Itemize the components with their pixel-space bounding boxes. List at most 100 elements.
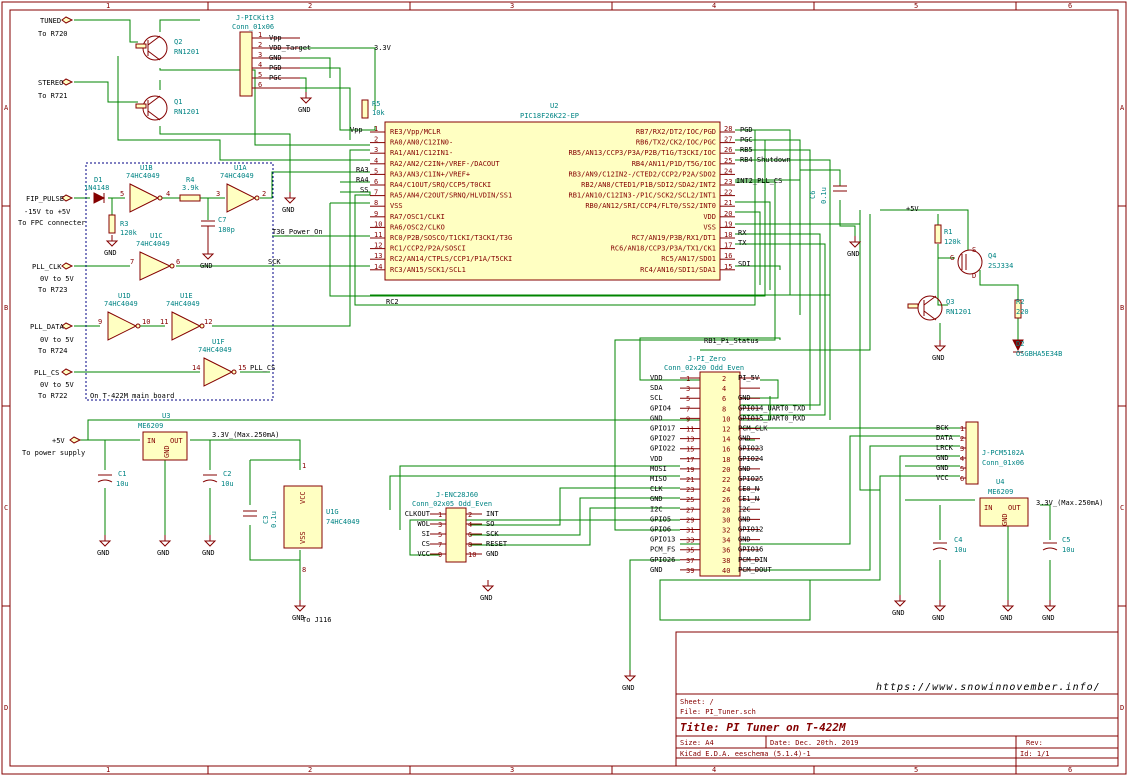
pic-pin-name: RC4/AN16/SDI1/SDA1 — [640, 266, 716, 274]
u3-gnd: GND — [163, 445, 171, 458]
enc-pin-name: SI — [422, 530, 430, 538]
connector-j-pcm5102a[interactable]: J-PCM5102A Conn_01x06 1 BCK 2 DATA 3 LRCK 4 GND… — [936, 421, 1025, 485]
pi-pin-num: 38 — [722, 557, 730, 565]
u1c-val: 74HC4049 — [136, 240, 170, 248]
resistor-r1[interactable]: R1 120k — [934, 224, 962, 246]
q4-val: 2SJ334 — [988, 262, 1013, 270]
row-label: B — [4, 304, 8, 312]
transistor-q2[interactable]: Q2 RN1201 — [135, 35, 199, 61]
pic-pin-num: 12 — [374, 242, 382, 250]
transistor-q1[interactable]: Q1 RN1201 — [135, 95, 199, 121]
q1-val: RN1201 — [174, 108, 199, 116]
pic-pin-num: 5 — [374, 167, 378, 175]
pic-pin-name: RC3/AN15/SCK1/SCL1 — [390, 266, 466, 274]
inverter-u1c[interactable]: 7 6 U1C 74HC4049 — [130, 232, 180, 281]
pickit-pin-name: PGD — [269, 64, 282, 72]
pic-pin-num: 19 — [724, 220, 732, 228]
capacitor-c1[interactable]: C1 10u — [97, 470, 129, 488]
pi-pin-name: VDD — [650, 374, 663, 382]
input-tuned[interactable]: TUNED To R720 — [38, 16, 74, 38]
c1-val: 10u — [116, 480, 129, 488]
diode-d1[interactable]: D1 1N4148 — [84, 176, 109, 204]
input-pll-clk[interactable]: PLL_CLK 0V to 5V To R723 — [32, 262, 75, 294]
enc-pin-num: 6 — [468, 531, 472, 539]
net-3v3-max-left: 3.3V_(Max.250mA) — [212, 431, 279, 439]
pi-pin-num: 8 — [722, 405, 726, 413]
inverter-u1f[interactable]: 14 15 U1F 74HC4049 — [192, 338, 246, 387]
enc-pin-name: CS — [422, 540, 430, 548]
regulator-u4[interactable]: U4 ME6209 IN OUT GND — [979, 478, 1029, 527]
svg-text:8: 8 — [302, 566, 306, 574]
resistor-r4[interactable]: R4 3.9k — [179, 176, 201, 202]
u4-val: ME6209 — [988, 488, 1013, 496]
connector-j-pickit3[interactable]: J-PICKit3 Conn_01x06 1 Vpp 2 VDD_Target 3 GND… — [232, 14, 311, 97]
gnd-label: GND — [847, 250, 860, 258]
col-label: 4 — [712, 766, 716, 774]
capacitor-c7[interactable]: C7 180p — [201, 216, 235, 248]
pi-pin-name: GPIO23 — [738, 445, 763, 453]
mosfet-q4[interactable]: G S D Q4 2SJ334 — [950, 246, 1013, 280]
r1-ref: R1 — [944, 228, 952, 236]
u1a-ref: U1A — [234, 164, 247, 172]
pic-pin-num: 8 — [374, 199, 378, 207]
pll-cs-label: PLL_CS — [34, 369, 59, 377]
tb-rev: Rev: — [1026, 739, 1043, 747]
enc-pin-name: GND — [486, 550, 499, 558]
regulator-u3[interactable]: U3 ME6209 IN OUT GND — [138, 412, 188, 461]
svg-text:1: 1 — [302, 462, 306, 470]
inverter-u1a[interactable]: 3 2 U1A 74HC4049 — [216, 164, 266, 213]
input-pll-data[interactable]: PLL_DATA 0V to 5V To R724 — [30, 322, 75, 355]
input-pll-cs[interactable]: PLL_CS 0V to 5V To R722 — [34, 368, 75, 400]
resistor-r2[interactable]: R2 220 — [1014, 298, 1029, 319]
net-pll-cs: PLL_CS — [250, 364, 275, 372]
inverter-u1e[interactable]: 11 12 U1E 74HC4049 — [160, 292, 212, 341]
connector-j-enc28j60[interactable]: J-ENC28J60 Conn_02x05_Odd_Even 1 2 CLKOUT I… — [405, 491, 508, 563]
input-stereo[interactable]: STEREO To R721 — [38, 78, 74, 100]
input-5v[interactable]: +5V To power supply — [22, 436, 85, 457]
pickit-pin-name: GND — [269, 54, 282, 62]
website-label[interactable]: https://www.snowinnovember.info/ — [876, 682, 1101, 693]
capacitor-c3[interactable]: C3 0.1u — [243, 510, 278, 528]
inverter-u1b[interactable]: 5 4 U1B 74HC4049 — [120, 164, 170, 213]
c4-ref: C4 — [954, 536, 962, 544]
pi-pin-name: GND — [738, 515, 751, 523]
capacitor-c5[interactable]: C5 10u — [1042, 536, 1075, 554]
led-d2[interactable]: D2 OSGBHA5E34B — [1012, 339, 1062, 358]
pic-pin-num: 6 — [374, 178, 378, 186]
pi-pin-num: 30 — [722, 516, 730, 524]
pcm-pin-num: 1 — [960, 425, 964, 433]
capacitor-c6[interactable]: C6 0.1u — [809, 185, 847, 204]
pic-pin-num: 15 — [724, 263, 732, 271]
capacitor-c4[interactable]: C4 10u — [932, 536, 967, 554]
pi-pin-name: GND — [738, 394, 751, 402]
p5v-note: To power supply — [22, 449, 85, 457]
u1g-vcc: VCC — [299, 491, 307, 504]
pi-pin-num: 29 — [686, 516, 694, 524]
mcu-u2[interactable]: U2 PIC18F26K22-EP 1 RE3/Vpp/MCLR 2 RA0/AN0/… — [370, 102, 735, 281]
pi-pin-name: VDD — [650, 455, 663, 463]
pic-pin-name: VDD — [703, 213, 716, 221]
input-fip-pulse[interactable]: FIP_PULSE -15V to +5V To FPC connecter — [18, 194, 85, 227]
u4-ref: U4 — [996, 478, 1004, 486]
net-tx: TX — [738, 239, 747, 247]
pi-pin-num: 21 — [686, 476, 694, 484]
col-label: 3 — [510, 2, 514, 10]
r3-ref: R3 — [120, 220, 128, 228]
c2-val: 10u — [221, 480, 234, 488]
transistor-q3[interactable]: Q3 RN1201 — [907, 295, 971, 321]
net-ss: SS — [360, 186, 368, 194]
inverter-u1g-power[interactable]: VCC VSS 1 8 U1G 74HC4049 — [283, 462, 360, 574]
net-rb1: RB1_Pi_Status — [704, 337, 759, 345]
pic-pin-num: 28 — [724, 125, 732, 133]
resistor-r5[interactable]: R5 10k — [361, 99, 385, 119]
tuned-note: To R720 — [38, 30, 68, 38]
inverter-u1d[interactable]: 9 10 U1D 74HC4049 — [98, 292, 150, 341]
capacitor-c2[interactable]: C2 10u — [202, 470, 234, 488]
pi-pin-num: 28 — [722, 506, 730, 514]
resistor-r3[interactable]: R3 120k — [108, 214, 138, 237]
pi-pin-name: GPIO24 — [738, 455, 763, 463]
pickit-pin-num: 4 — [258, 61, 262, 69]
pic-pin-name: RC0/P2B/SOSCO/T1CKI/T3CKI/T3G — [390, 234, 512, 242]
pic-pin-name: RA6/OSC2/CLKO — [390, 223, 445, 231]
net-to-j116: To J116 — [302, 616, 332, 624]
